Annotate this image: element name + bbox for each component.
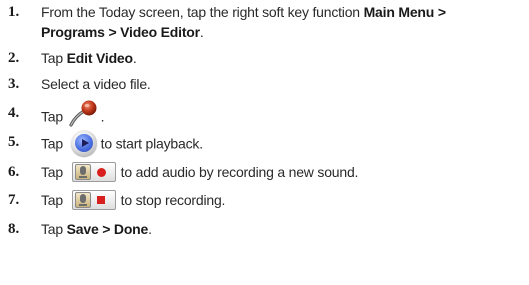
tap-label: Tap <box>41 164 67 180</box>
play-button-icon <box>70 130 97 156</box>
tap-label: Tap <box>41 221 67 237</box>
step-2-period: . <box>132 50 137 66</box>
tap-label: Tap <box>41 135 67 152</box>
step-2: 2. Tap Edit Video. <box>0 48 529 68</box>
step-number: 2. <box>8 50 20 66</box>
step-8: 8. Tap Save > Done. <box>0 219 529 239</box>
menu-path-programs-video-editor: Programs > Video Editor <box>41 24 200 40</box>
record-audio-button-icon <box>71 162 116 183</box>
step-text: Tap Save > Done. <box>41 219 525 239</box>
step-4-period: . <box>100 108 105 125</box>
step-4: 4. Tap . <box>0 100 529 127</box>
step-text: Tap Edit Video. <box>41 48 525 68</box>
step-number: 5. <box>8 134 20 150</box>
add-audio-text: to add audio by recording a new sound. <box>120 164 359 180</box>
save-done-label: Save > Done <box>66 221 149 237</box>
step-1-period: . <box>199 24 204 40</box>
step-8-period: . <box>148 221 152 237</box>
step-number: 6. <box>8 164 20 180</box>
step-number: 3. <box>8 76 20 92</box>
step-1: 1. From the Today screen, tap the right … <box>0 2 529 42</box>
step-text: Select a video file. <box>41 76 151 92</box>
step-number: 1. <box>8 4 20 20</box>
step-text: From the Today screen, tap the right sof… <box>41 2 525 42</box>
step-text: Tap to add audio by recording a new soun… <box>41 162 525 183</box>
tap-label: Tap <box>41 192 67 208</box>
step-3: 3. Select a video file. <box>0 74 529 94</box>
step-1-text-part: From the Today screen, tap the right sof… <box>41 4 364 20</box>
step-text: Tap . <box>41 100 525 133</box>
step-7: 7. Tap to stop recording. <box>0 190 529 212</box>
menu-path-main-menu: Main Menu > <box>363 4 446 20</box>
step-6: 6. Tap to add audio by recording a new s… <box>0 162 529 184</box>
step-number: 4. <box>8 105 20 121</box>
step-text: Tap to start playback. <box>41 130 525 158</box>
start-playback-text: to start playback. <box>100 135 203 152</box>
edit-video-label: Edit Video <box>66 50 133 66</box>
stop-recording-text: to stop recording. <box>120 192 226 208</box>
step-5: 5. Tap to start playback. <box>0 130 529 158</box>
step-text: Tap to stop recording. <box>41 190 525 211</box>
step-number: 8. <box>8 221 20 237</box>
tap-label: Tap <box>41 108 67 125</box>
step-number: 7. <box>8 192 20 208</box>
stop-recording-button-icon <box>71 190 116 211</box>
microphone-icon <box>68 99 100 129</box>
tap-label: Tap <box>41 50 67 66</box>
